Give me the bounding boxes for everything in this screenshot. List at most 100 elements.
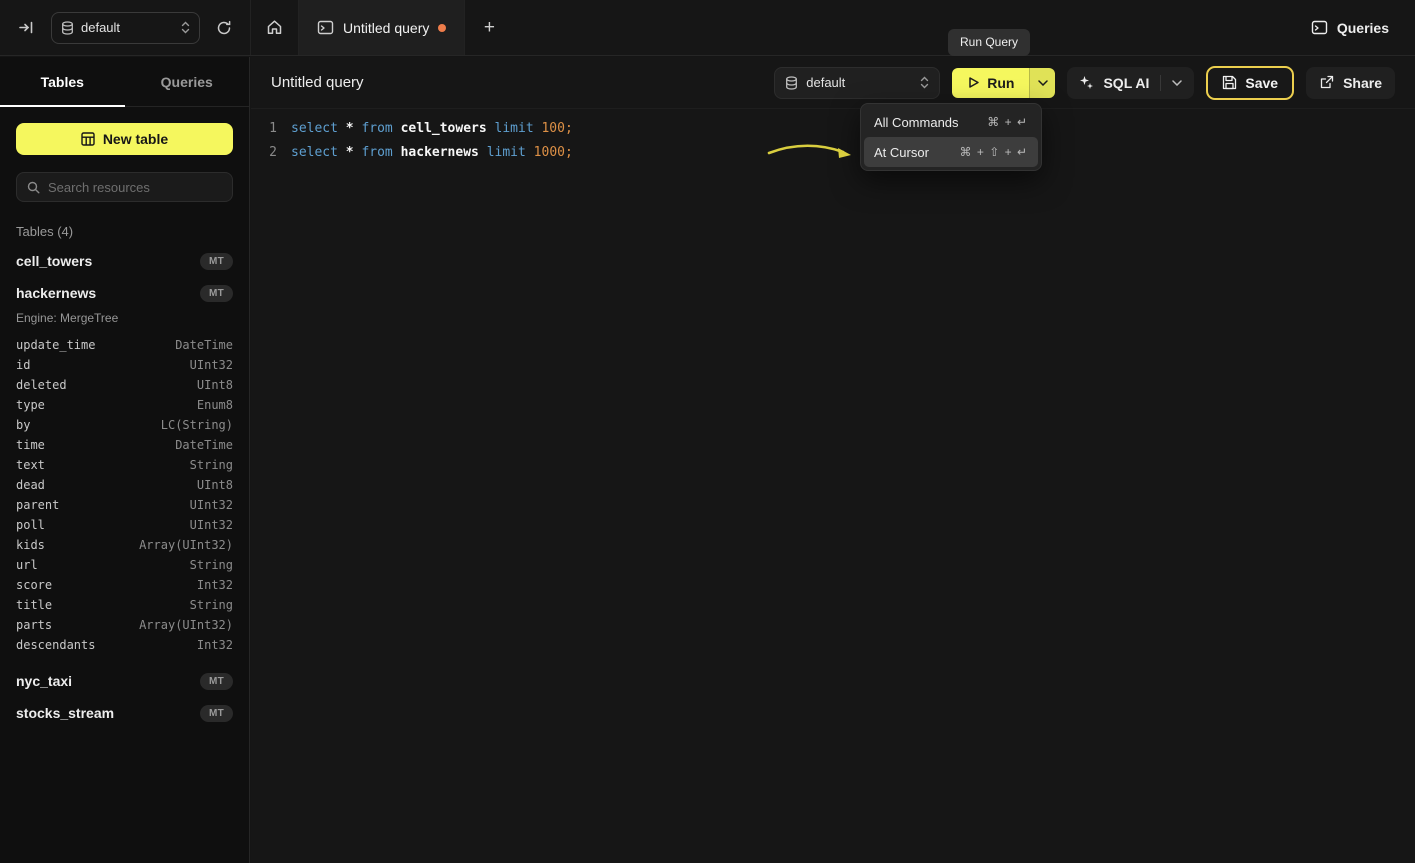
share-button-label: Share: [1343, 75, 1382, 91]
code-text: select * from cell_towers limit 100;: [291, 117, 573, 141]
topbar-database-value: default: [81, 20, 174, 35]
queries-button-label: Queries: [1337, 20, 1389, 36]
sidebar-expand-icon[interactable]: [14, 15, 39, 40]
refresh-icon[interactable]: [212, 16, 236, 40]
column-type: Array(UInt32): [139, 618, 233, 632]
share-icon: [1319, 75, 1334, 90]
header-controls: default Run: [774, 66, 1395, 100]
tabstrip: Untitled query +: [250, 0, 513, 55]
topbar-right: Queries: [1311, 0, 1415, 55]
tab-home[interactable]: [250, 0, 298, 55]
column-type: LC(String): [161, 418, 233, 432]
column-row[interactable]: idUInt32: [16, 355, 233, 375]
column-row[interactable]: kidsArray(UInt32): [16, 535, 233, 555]
code-line[interactable]: 1 select * from cell_towers limit 100;: [251, 117, 1415, 141]
column-row[interactable]: scoreInt32: [16, 575, 233, 595]
topbar: default: [0, 0, 1415, 56]
column-name: update_time: [16, 338, 95, 352]
tab-untitled-query[interactable]: Untitled query: [298, 0, 465, 55]
column-name: title: [16, 598, 52, 612]
column-row[interactable]: text String: [16, 455, 233, 475]
editor-database-selector[interactable]: default: [774, 67, 940, 99]
table-row-nyc-taxi[interactable]: nyc_taxi MT: [16, 665, 233, 697]
column-row[interactable]: byLC(String): [16, 415, 233, 435]
column-row[interactable]: deadUInt8: [16, 475, 233, 495]
run-button-label: Run: [987, 75, 1014, 91]
menu-item-at-cursor[interactable]: At Cursor ⌘ + ⇧ + ↵: [864, 137, 1038, 167]
column-row[interactable]: parts Array(UInt32): [16, 615, 233, 635]
table-row-cell-towers[interactable]: cell_towers MT: [16, 245, 233, 277]
new-tab-button[interactable]: +: [465, 0, 513, 55]
query-tab-icon: [317, 20, 334, 35]
column-row[interactable]: descendantsInt32: [16, 635, 233, 655]
column-type: String: [190, 458, 233, 472]
column-row[interactable]: title String: [16, 595, 233, 615]
sidebar-tab-queries[interactable]: Queries: [125, 57, 250, 106]
column-row[interactable]: url String: [16, 555, 233, 575]
save-button[interactable]: Save: [1206, 66, 1294, 100]
column-name: deleted: [16, 378, 67, 392]
column-type: Int32: [197, 638, 233, 652]
chevron-down-icon[interactable]: [1172, 80, 1182, 86]
main-area: Untitled query default: [251, 57, 1415, 863]
editor-header: Untitled query default: [251, 57, 1415, 109]
column-type: String: [190, 598, 233, 612]
column-row[interactable]: parentUInt32: [16, 495, 233, 515]
column-name: parent: [16, 498, 59, 512]
page-title: Untitled query: [271, 74, 364, 91]
updown-chevron-icon: [181, 21, 190, 34]
menu-item-shortcut: ⌘ + ⇧ + ↵: [960, 145, 1028, 159]
column-row[interactable]: pollUInt32: [16, 515, 233, 535]
column-name: text: [16, 458, 45, 472]
save-icon: [1222, 75, 1237, 90]
sql-editor[interactable]: 1 select * from cell_towers limit 100; 2 se…: [251, 109, 1415, 165]
column-name: parts: [16, 618, 52, 632]
search-icon: [27, 181, 40, 194]
column-row[interactable]: update_time DateTime: [16, 335, 233, 355]
new-table-button[interactable]: New table: [16, 123, 233, 155]
sidebar: Tables Queries New table Tables (4) cell…: [0, 57, 250, 863]
column-name: time: [16, 438, 45, 452]
queries-icon: [1311, 20, 1328, 35]
queries-button[interactable]: Queries: [1311, 20, 1389, 36]
hackernews-columns: update_timeDateTimeidUInt32deletedUInt8t…: [16, 335, 233, 655]
table-row-hackernews[interactable]: hackernews MT: [16, 277, 233, 309]
sidebar-tab-tables[interactable]: Tables: [0, 57, 125, 106]
topbar-database-selector[interactable]: default: [51, 12, 200, 44]
column-row[interactable]: deletedUInt8: [16, 375, 233, 395]
line-number: 1: [251, 117, 277, 141]
menu-item-shortcut: ⌘ + ↵: [987, 115, 1028, 129]
tables-section-title: Tables (4): [16, 224, 233, 239]
column-type: String: [190, 558, 233, 572]
run-button[interactable]: Run: [952, 68, 1029, 98]
code-line[interactable]: 2 select * from hackernews limit 1000;: [251, 141, 1415, 165]
column-type: Int32: [197, 578, 233, 592]
column-type: Array(UInt32): [139, 538, 233, 552]
run-query-tooltip: Run Query: [948, 29, 1030, 56]
table-name: hackernews: [16, 285, 96, 301]
run-options-caret[interactable]: [1029, 68, 1055, 98]
column-type: DateTime: [175, 338, 233, 352]
play-icon: [967, 76, 980, 89]
code-text: select * from hackernews limit 1000;: [291, 141, 573, 165]
editor-database-value: default: [806, 75, 912, 90]
column-name: url: [16, 558, 38, 572]
share-button[interactable]: Share: [1306, 67, 1395, 99]
sidebar-tabs: Tables Queries: [0, 57, 249, 107]
sql-ai-button-label: SQL AI: [1103, 75, 1149, 91]
table-row-stocks-stream[interactable]: stocks_stream MT: [16, 697, 233, 729]
tab-label: Untitled query: [343, 20, 429, 36]
sql-ai-button[interactable]: SQL AI: [1067, 67, 1194, 99]
column-name: poll: [16, 518, 45, 532]
column-row[interactable]: typeEnum8: [16, 395, 233, 415]
engine-badge: MT: [200, 673, 233, 690]
home-icon: [266, 19, 283, 36]
search-input[interactable]: [48, 180, 222, 195]
column-row[interactable]: timeDateTime: [16, 435, 233, 455]
run-split-button: Run: [952, 68, 1055, 98]
line-number: 2: [251, 141, 277, 165]
column-type: Enum8: [197, 398, 233, 412]
menu-item-all-commands[interactable]: All Commands ⌘ + ↵: [864, 107, 1038, 137]
sparkle-icon: [1079, 75, 1094, 90]
engine-badge: MT: [200, 253, 233, 270]
